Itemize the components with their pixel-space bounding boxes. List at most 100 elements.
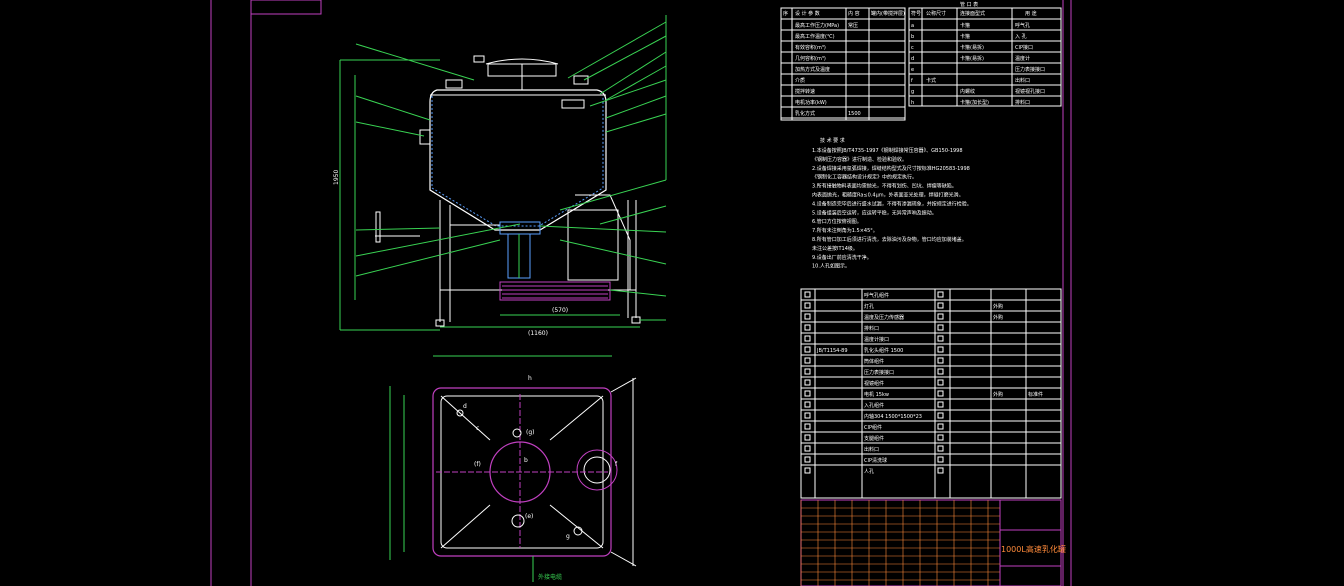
top-motor-inner-circle xyxy=(583,456,611,484)
spec-row-8: 电机功率(kW) xyxy=(795,99,827,106)
breather-cap xyxy=(473,55,485,63)
parts-cell: 入孔组件 xyxy=(864,402,884,409)
parts-cell: 外购 xyxy=(993,314,1003,321)
spec-header-tank: 罐内(带搅拌层) xyxy=(871,10,905,17)
spec-table: 序 设 计 参 数 内 容 罐内(带搅拌层) 最高工作压力(MPa) 最高工作温… xyxy=(780,7,906,121)
tech-req-line: 3.所有接触物料表面均需抛光，不得有划伤、凹坑、焊瘤等缺陷。 xyxy=(812,183,957,190)
tech-req-line: 《钢制压力容器》进行制造、检验和验收。 xyxy=(812,156,907,163)
tech-req-line: 9.设备出厂前应清洗干净。 xyxy=(812,254,872,261)
nozzle-header-conn: 连接面型式 xyxy=(960,10,985,17)
tech-req-line: 7.所有未注倒角为1.5×45°。 xyxy=(812,227,878,234)
parts-qty-marker xyxy=(937,467,944,474)
parts-qty-marker xyxy=(937,346,944,353)
top-diag-3 xyxy=(440,504,491,549)
motor-bracket xyxy=(575,194,631,290)
parts-cell: 温度及压力传感器 xyxy=(864,314,904,321)
cable-note: 外接电缆 xyxy=(538,573,562,581)
tech-req-line: 4.设备制造完毕后进行盛水试漏，不得有渗漏现象，并按规定进行检验。 xyxy=(812,200,972,207)
nozzle-cell: h xyxy=(911,100,914,106)
top-diag-2 xyxy=(549,395,604,441)
parts-qty-marker xyxy=(937,412,944,419)
parts-cell: 视镜组件 xyxy=(864,380,884,387)
title-block-frame xyxy=(800,499,1062,586)
top-label-f: f xyxy=(615,461,618,468)
parts-cell: CIP清洗球 xyxy=(864,457,887,464)
parts-cell: 内轴304 1500*1500*23 xyxy=(864,413,922,420)
cip-ball-fitting xyxy=(561,99,585,109)
nozzle-cell: 卡箍 xyxy=(960,22,970,29)
parts-row-marker xyxy=(804,324,811,331)
nozzle-header-use: 用 途 xyxy=(1025,10,1037,17)
motor-body xyxy=(567,209,619,281)
leader-lines xyxy=(355,21,667,321)
parts-qty-marker xyxy=(937,368,944,375)
nozzle-cell: 内螺纹 xyxy=(960,88,975,95)
parts-qty-marker xyxy=(937,390,944,397)
top-label-b: b xyxy=(524,457,528,464)
spec-row-4: 几何容积(m³) xyxy=(795,55,826,62)
parts-row-marker xyxy=(804,291,811,298)
spec-row-3: 有效容积(m³) xyxy=(795,44,826,51)
tech-req-line: 5.设备组装后空运转，应运转平稳，无异常声响及振动。 xyxy=(812,209,937,216)
nozzle-cell: CIP接口 xyxy=(1015,44,1033,51)
nozzle-header-sym: 符号 xyxy=(911,10,921,17)
tech-req-title: 技 术 要 求 xyxy=(820,137,845,144)
parts-cell: 支腿组件 xyxy=(864,435,884,442)
parts-row-marker xyxy=(804,335,811,342)
parts-cell: 乳化头组件 1500 xyxy=(864,347,903,354)
nozzle-table-title: 管 口 表 xyxy=(960,1,978,8)
nozzle-cell: 入 孔 xyxy=(1015,33,1027,40)
nozzle-cell: 排料口 xyxy=(1015,99,1030,106)
drive-belt xyxy=(499,281,611,301)
top-nozzle-right xyxy=(573,75,589,85)
homogenizer-head xyxy=(499,221,541,235)
drain-valve-handle xyxy=(375,211,381,243)
parts-qty-marker xyxy=(937,445,944,452)
parts-row-marker xyxy=(804,456,811,463)
parts-row-marker xyxy=(804,357,811,364)
parts-row-marker xyxy=(804,368,811,375)
parts-qty-marker xyxy=(937,401,944,408)
spec-row-7: 搅拌转速 xyxy=(795,88,815,95)
vessel-shell xyxy=(429,89,607,231)
width-dimension: (1160) xyxy=(528,330,548,337)
nozzle-cell: 出料口 xyxy=(1015,77,1030,84)
nozzle-cell: c xyxy=(911,45,914,51)
nozzle-cell: 温度计 xyxy=(1015,55,1030,62)
parts-qty-marker xyxy=(937,335,944,342)
parts-qty-marker xyxy=(937,357,944,364)
parts-cell: 外购 xyxy=(993,391,1003,398)
top-outlet-circle xyxy=(511,514,525,528)
nozzle-cell: b xyxy=(911,34,914,40)
nozzle-cell: 卡式 xyxy=(926,77,936,84)
manhole-handle xyxy=(485,58,559,65)
parts-row-marker xyxy=(804,445,811,452)
tech-req-line: 2.设备焊接采用氩弧焊接，焊缝结构型式及尺寸按标准HG20583-1998 xyxy=(812,165,970,172)
top-diag-4 xyxy=(549,504,604,549)
height-dimension: 1950 xyxy=(333,170,340,185)
nozzle-cell: f xyxy=(911,78,913,84)
parts-row-marker xyxy=(804,302,811,309)
nozzle-header-size: 公称尺寸 xyxy=(926,10,946,17)
tech-req-line: 内表面抛光，粗糙度Ra≤0.4μm，外表面亚光处理，焊缝打磨光滑。 xyxy=(812,192,964,199)
parts-row-marker xyxy=(804,434,811,441)
nozzle-cell: 压力表接接口 xyxy=(1015,66,1045,73)
parts-cell: 人孔 xyxy=(864,468,874,475)
side-sight-glass xyxy=(419,129,431,145)
parts-qty-marker xyxy=(937,313,944,320)
parts-cell: 电机 15kw xyxy=(864,391,889,398)
nozzle-cell: 卡箍(易拆) xyxy=(960,44,984,51)
spec-header-param: 设 计 参 数 xyxy=(795,10,820,17)
parts-row-marker xyxy=(804,423,811,430)
parts-qty-marker xyxy=(937,291,944,298)
tech-req-line: 8.所有管口加工后须进行清洗，去除油污及杂物，管口均应加装堵盖。 xyxy=(812,236,967,243)
parts-row-marker xyxy=(804,467,811,474)
top-label-g-paren: (g) xyxy=(526,429,535,436)
parts-cell: JB/T1154-89 xyxy=(816,348,848,354)
parts-cell: 标准件 xyxy=(1028,391,1043,398)
top-label-d: d xyxy=(463,403,467,410)
parts-list: 呼气孔组件灯孔 外购温度及压力传感器 外购排料口温度计接口JB/T1154-89 乳化… xyxy=(800,288,1062,499)
top-cip-circle xyxy=(512,428,522,438)
top-label-f-paren: (f) xyxy=(474,461,481,468)
tech-req-line: 未注公差按IT14级。 xyxy=(812,245,858,252)
